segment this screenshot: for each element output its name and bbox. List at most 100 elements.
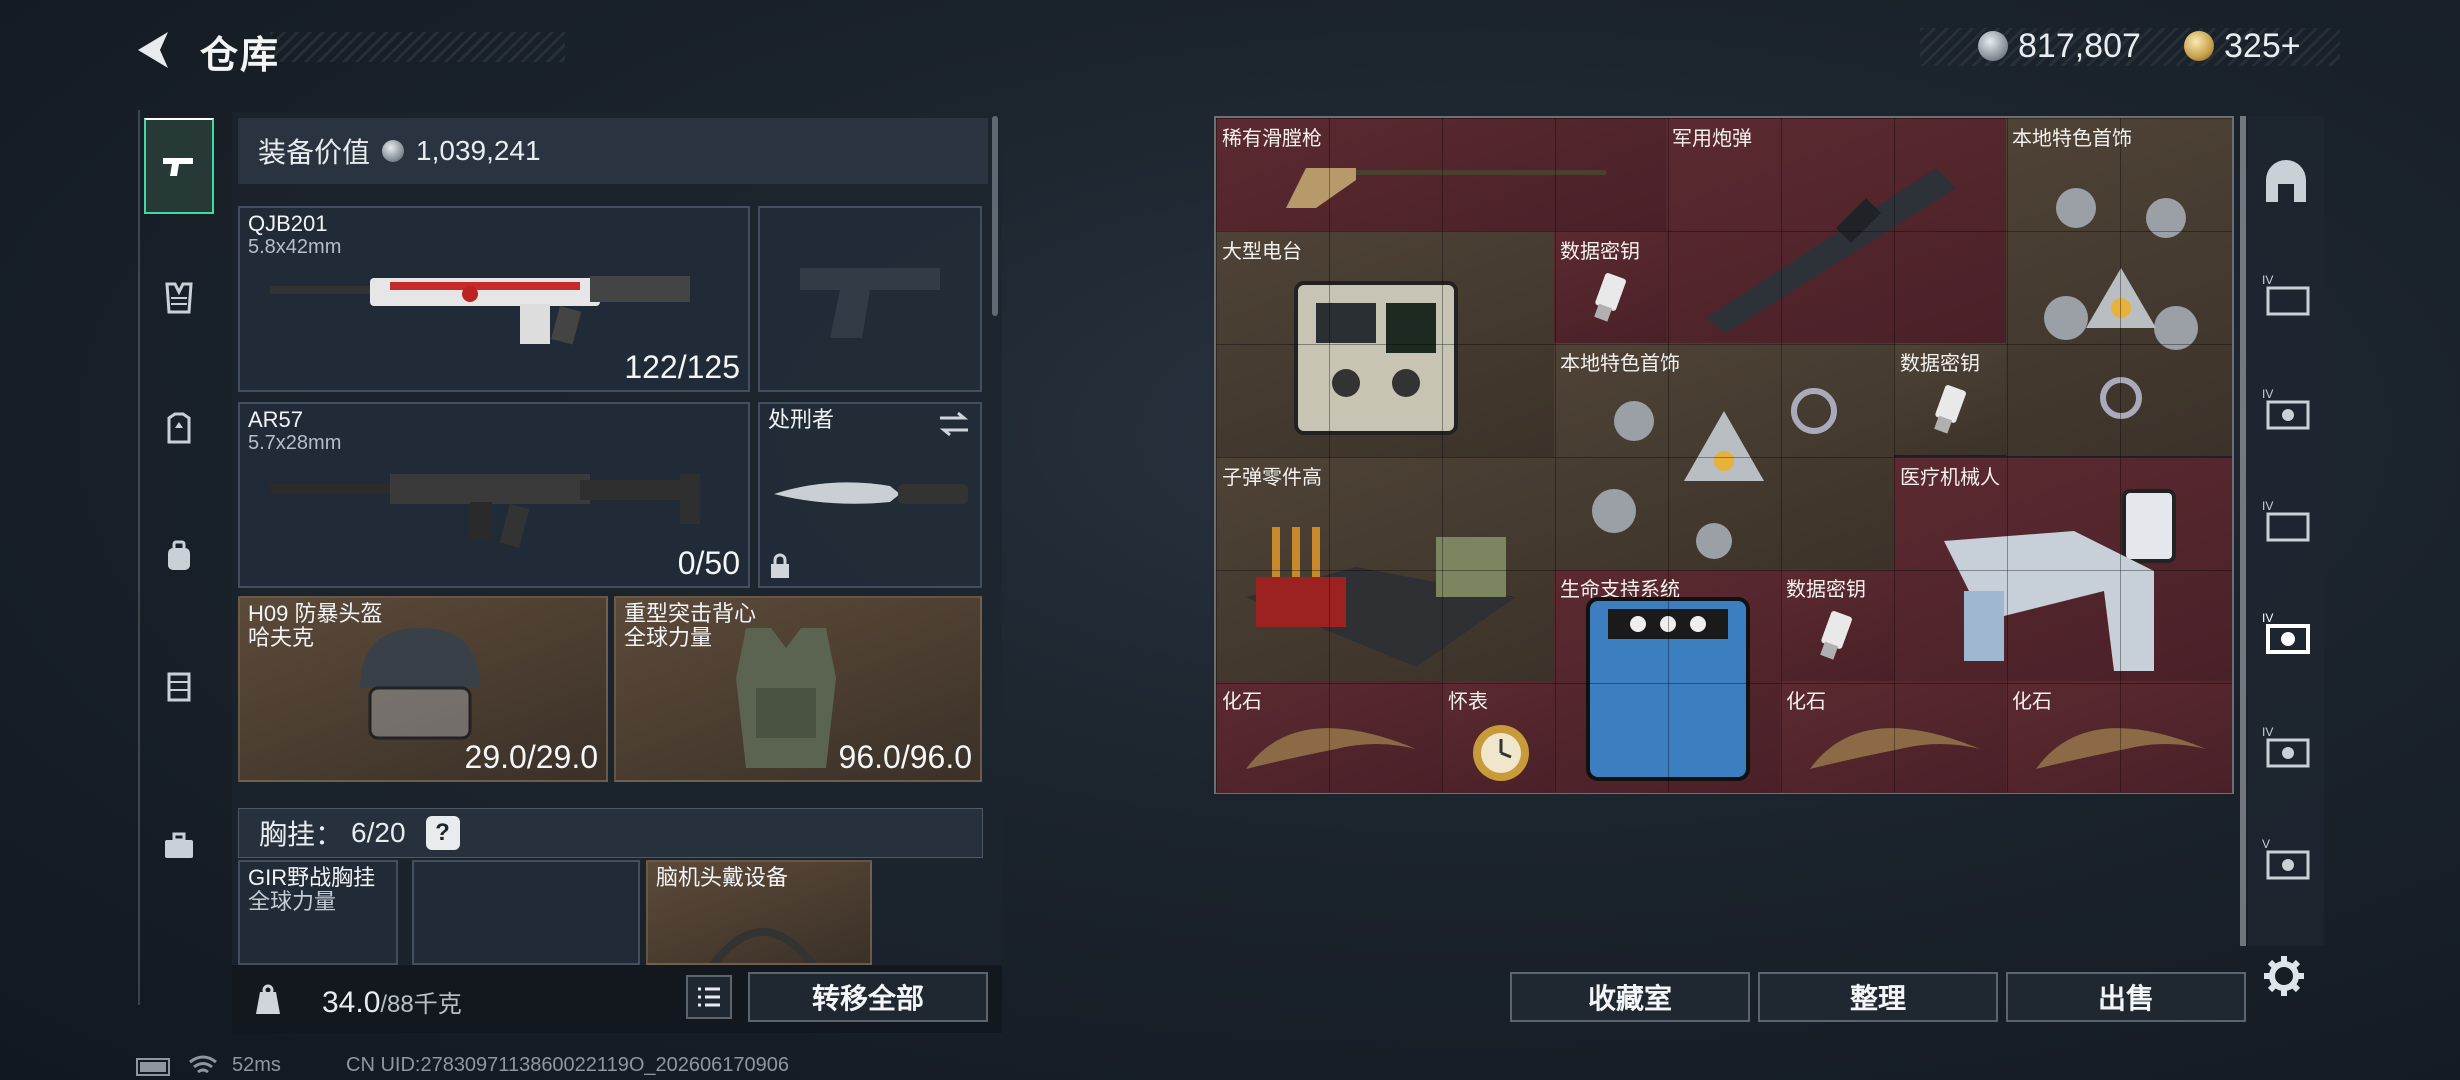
item-label: 数据密钥: [1560, 241, 1640, 263]
storage-item-data-key-1[interactable]: 数据密钥: [1554, 231, 1666, 343]
folder-iv-icon: IV: [2262, 273, 2310, 316]
storage-item-musket[interactable]: 稀有滑膛枪: [1216, 118, 1666, 231]
storage-item-pocket-watch[interactable]: 怀表: [1442, 681, 1554, 793]
rifle-image: [270, 276, 690, 345]
item-label: 怀表: [1448, 691, 1488, 713]
tab-storage-6[interactable]: V: [2256, 828, 2316, 888]
tab-weapons[interactable]: [144, 118, 214, 214]
gold-currency[interactable]: 325+: [2184, 26, 2301, 66]
svg-text:V: V: [2262, 837, 2270, 851]
storage-item-data-key-2[interactable]: 数据密钥: [1894, 343, 2006, 455]
settings-gear-icon[interactable]: [2262, 954, 2306, 998]
secondary-weapon-slot[interactable]: AR57 5.7x28mm 0/50: [238, 402, 750, 588]
usb-key-icon: [1820, 611, 1852, 660]
armor-slot[interactable]: 重型突击背心 全球力量 96.0/96.0: [614, 596, 982, 782]
item-label: 本地特色首饰: [2012, 128, 2132, 150]
swap-icon[interactable]: [936, 410, 972, 438]
equipment-category-rail: [138, 108, 218, 1008]
melee-slot[interactable]: 处刑者: [758, 402, 982, 588]
sidearm-slot[interactable]: [758, 206, 982, 392]
back-chevron-icon[interactable]: [130, 26, 178, 74]
pistol-icon: [163, 158, 193, 176]
headgear-slot[interactable]: 脑机头戴设备: [646, 860, 872, 965]
tab-armor[interactable]: [144, 380, 214, 476]
storage-item-fossil-2[interactable]: 化石: [1780, 681, 2006, 793]
rig-item-brand: 全球力量: [248, 889, 337, 914]
usb-key-icon: [1594, 273, 1626, 322]
storage-item-necklace-1[interactable]: 本地特色首饰: [2006, 118, 2232, 456]
primary-weapon-slot[interactable]: QJB201 5.8x42mm 122/125: [238, 206, 750, 392]
storage-item-medical-robot[interactable]: 医疗机械人: [1894, 457, 2232, 681]
equipment-scrollbar[interactable]: [992, 116, 998, 316]
primary-weapon-ammo: 122/125: [624, 349, 740, 385]
transfer-all-button[interactable]: 转移全部: [748, 972, 988, 1022]
equipment-value-amount: 1,039,241: [416, 135, 541, 166]
storage-item-bullet-parts[interactable]: 子弹零件高: [1216, 457, 1554, 681]
tab-storage-4-active[interactable]: IV: [2256, 602, 2316, 662]
headset-image: [709, 928, 817, 963]
storage-item-radio[interactable]: 大型电台: [1216, 231, 1554, 457]
secondary-weapon-name: AR57: [248, 407, 304, 432]
tab-chest-rig[interactable]: [144, 250, 214, 346]
helmet-durability: 29.0/29.0: [464, 739, 598, 775]
help-icon[interactable]: ?: [425, 816, 460, 850]
secondary-weapon-ammo: 0/50: [677, 545, 740, 581]
svg-text:IV: IV: [2262, 499, 2273, 513]
rig-item-slot[interactable]: GIR野战胸挂 全球力量: [238, 860, 398, 965]
sell-button[interactable]: 出售: [2006, 972, 2246, 1022]
chest-rig-capacity: 6/20: [351, 817, 406, 848]
armor-vest-image: [736, 628, 836, 768]
tab-safehouse[interactable]: [2256, 152, 2316, 212]
storage-item-necklace-2[interactable]: 本地特色首饰: [1554, 343, 1894, 569]
chest-rig-header: 胸挂： 6/20 ?: [238, 808, 983, 858]
storage-item-shell[interactable]: 军用炮弹: [1666, 118, 2006, 344]
armor-brand: 全球力量: [624, 625, 713, 650]
silver-coin-icon: [1978, 31, 2008, 61]
stash-iv-c-icon: IV: [2262, 725, 2310, 768]
weight-max: /88千克: [380, 991, 462, 1018]
folder-iv-b-icon: IV: [2262, 499, 2310, 542]
tab-storage-3[interactable]: IV: [2256, 490, 2316, 550]
tab-backpack[interactable]: [144, 508, 214, 604]
silver-currency[interactable]: 817,807: [1978, 26, 2141, 66]
collection-room-button[interactable]: 收藏室: [1510, 972, 1750, 1022]
tab-rig[interactable]: [144, 638, 214, 734]
list-icon: [698, 987, 720, 1007]
weight-icon: [256, 984, 280, 1014]
page-title: 仓库: [200, 35, 281, 77]
usb-key-icon: [1934, 385, 1966, 434]
pistol-silhouette-icon: [800, 268, 940, 338]
gold-coin-icon: [2184, 31, 2214, 61]
silver-amount: 817,807: [2018, 26, 2141, 65]
tab-storage-5[interactable]: IV: [2256, 716, 2316, 776]
weight-readout: 34.0/88千克: [322, 984, 462, 1020]
tab-case[interactable]: [144, 798, 214, 894]
storage-item-life-support[interactable]: 生命支持系统: [1554, 569, 1780, 793]
svg-text:IV: IV: [2262, 387, 2273, 401]
empty-rig-slot[interactable]: [412, 860, 640, 965]
equipment-value-row: 装备价值 1,039,241: [238, 118, 988, 184]
list-view-button[interactable]: [686, 975, 732, 1019]
latency-readout: 52ms: [232, 1054, 281, 1076]
safehouse-icon: [2266, 160, 2306, 202]
tab-storage-1[interactable]: IV: [2256, 264, 2316, 324]
tab-storage-2[interactable]: IV: [2256, 378, 2316, 438]
storage-item-fossil-1[interactable]: 化石: [1216, 681, 1442, 793]
svg-text:IV: IV: [2262, 273, 2273, 287]
ammo-crate-image: [1246, 527, 1516, 667]
svg-text:IV: IV: [2262, 725, 2273, 739]
storage-scrollbar[interactable]: [2240, 116, 2246, 946]
storage-item-fossil-3[interactable]: 化石: [2006, 681, 2232, 793]
storage-item-data-key-3[interactable]: 数据密钥: [1780, 569, 1894, 681]
silver-coin-icon: [382, 140, 405, 162]
briefcase-icon: [165, 832, 193, 858]
helmet-slot[interactable]: H09 防暴头盔 哈夫克 29.0/29.0: [238, 596, 608, 782]
robot-image: [1944, 489, 2176, 671]
primary-weapon-name: QJB201: [248, 211, 328, 236]
sort-button[interactable]: 整理: [1758, 972, 1998, 1022]
uid-readout: CN UID:2783097113860022119O_202606170906: [346, 1054, 789, 1076]
item-label: 大型电台: [1222, 241, 1302, 263]
wifi-icon: [189, 1055, 217, 1074]
helmet-brand: 哈夫克: [248, 625, 315, 650]
claw-fossil-image: [1810, 728, 1980, 769]
